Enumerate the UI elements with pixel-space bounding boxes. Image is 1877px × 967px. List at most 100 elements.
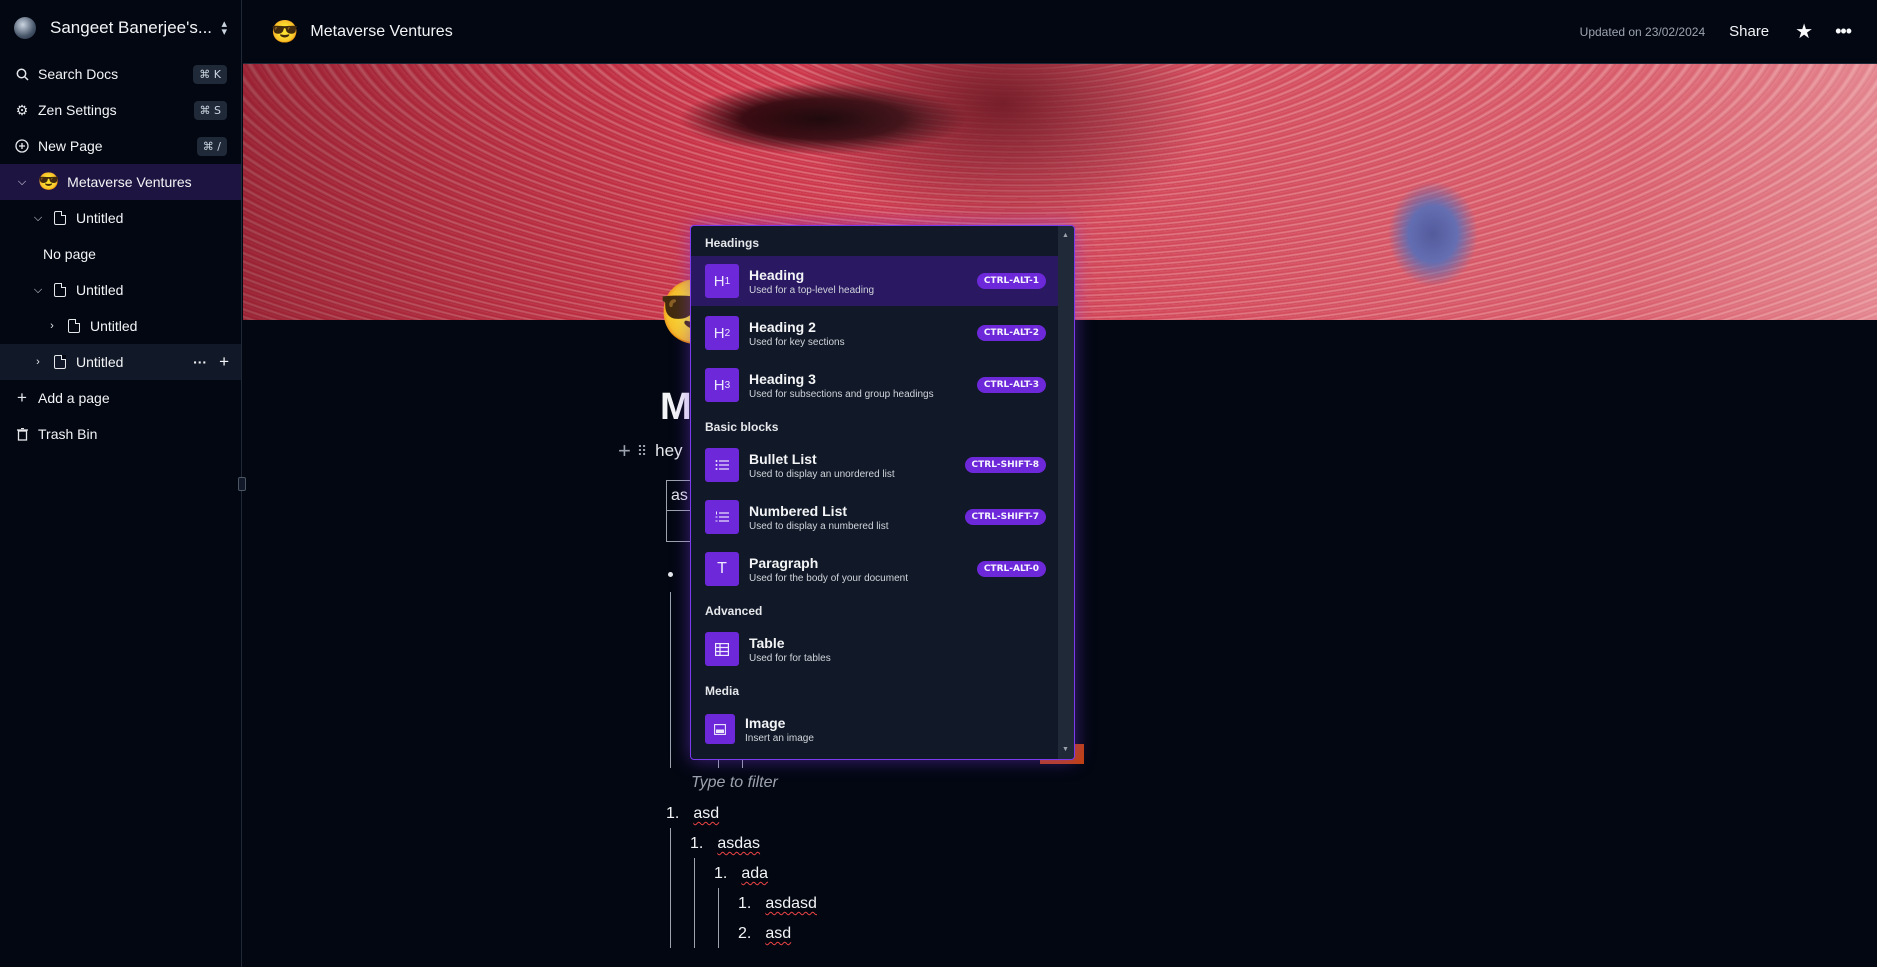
gear-icon: ⚙ (15, 101, 29, 118)
list-item-text: asd (693, 805, 720, 822)
menu-item-description: Used for the body of your document (749, 572, 908, 584)
menu-item-title: Heading 3 (749, 370, 816, 387)
shortcut-badge: CTRL-ALT-2 (976, 325, 1046, 341)
list-number: 2. (738, 925, 752, 942)
bullet-point (668, 572, 673, 577)
sidebar-item-untitled[interactable]: ⌵ Untitled (0, 200, 241, 236)
table-cell-text: as (671, 487, 688, 504)
list-number: 1. (714, 865, 728, 882)
list-item-text: asdas (717, 835, 761, 852)
trash-bin-label: Trash Bin (38, 426, 98, 442)
list-item[interactable]: 1. asdasd (738, 895, 817, 913)
menu-item-description: Used to display an unordered list (749, 468, 895, 480)
add-page-label: Add a page (38, 390, 110, 406)
menu-item-bullet-list[interactable]: Bullet List Used to display an unordered … (691, 440, 1058, 490)
no-page-placeholder: No page (0, 236, 241, 272)
scroll-down-arrow-icon[interactable]: ▼ (1062, 746, 1069, 753)
menu-item-title: Numbered List (749, 502, 848, 519)
bullet-list-icon (705, 448, 739, 482)
menu-item-title: Image (745, 714, 786, 731)
trash-bin-button[interactable]: Trash Bin (0, 416, 241, 452)
zen-settings-button[interactable]: ⚙ Zen Settings ⌘ S (0, 92, 241, 128)
list-item-text: asd (765, 925, 792, 942)
numbered-list-icon (705, 500, 739, 534)
zen-settings-label: Zen Settings (38, 102, 117, 118)
menu-item-heading[interactable]: H1 Heading Used for a top-level heading C… (691, 256, 1058, 306)
menu-item-paragraph[interactable]: T Paragraph Used for the body of your doc… (691, 544, 1058, 594)
sidebar-item-untitled[interactable]: ⌵ Untitled (0, 272, 241, 308)
page-icon (68, 319, 80, 333)
menu-item-title: Heading 2 (749, 318, 816, 335)
list-item[interactable]: 1. asd (666, 805, 719, 823)
list-number: 1. (666, 805, 680, 822)
drag-handle-icon[interactable]: ⠿ (637, 443, 647, 460)
new-page-label: New Page (38, 138, 103, 154)
list-guide-line (670, 592, 671, 768)
sidebar-item-label: Metaverse Ventures (67, 174, 192, 190)
slash-command-menu: Headings H1 Heading Used for a top-level … (690, 225, 1075, 760)
scroll-up-arrow-icon[interactable]: ▲ (1062, 232, 1069, 239)
menu-scrollbar[interactable]: ▲ ▼ (1058, 226, 1074, 759)
more-options-icon[interactable]: ••• (1835, 21, 1852, 42)
sidebar-item-label: Untitled (76, 210, 124, 226)
sunglasses-emoji-icon: 😎 (271, 18, 299, 44)
sidebar-item-untitled[interactable]: › Untitled ··· + (0, 344, 241, 380)
share-button[interactable]: Share (1729, 23, 1769, 40)
page-title[interactable]: M (660, 386, 692, 429)
table-icon (705, 632, 739, 666)
shortcut-badge: CTRL-SHIFT-7 (964, 509, 1046, 525)
menu-item-description: Used for for tables (749, 652, 831, 664)
chevron-down-icon[interactable]: ⌵ (30, 212, 46, 225)
sidebar-item-untitled[interactable]: › Untitled (0, 308, 241, 344)
more-options-icon[interactable]: ··· (193, 354, 207, 370)
new-page-button[interactable]: New Page ⌘ / (0, 128, 241, 164)
settings-shortcut: ⌘ S (193, 100, 227, 120)
workspace-switcher[interactable]: Sangeet Banerjee's... ▴ ▾ (0, 0, 241, 56)
menu-item-heading-3[interactable]: H3 Heading 3 Used for subsections and gro… (691, 360, 1058, 410)
section-heading: Headings (705, 236, 760, 250)
list-item-text: ada (741, 865, 769, 882)
sunglasses-emoji-icon: 😎 (38, 172, 60, 191)
sidebar-resize-handle[interactable] (238, 477, 246, 491)
shortcut-badge: CTRL-ALT-1 (976, 273, 1046, 289)
menu-item-description: Used for key sections (749, 336, 845, 348)
list-item[interactable]: 1. asdas (690, 835, 760, 853)
image-icon (705, 714, 735, 744)
menu-item-description: Used to display a numbered list (749, 520, 889, 532)
text-block[interactable]: + ⠿ hey (618, 438, 683, 464)
chevron-down-icon[interactable]: ⌵ (30, 284, 46, 297)
list-item[interactable]: 2. asd (738, 925, 791, 943)
chevron-down-icon[interactable]: ⌵ (14, 176, 30, 189)
menu-item-image[interactable]: Image Insert an image (691, 704, 1058, 754)
menu-item-numbered-list[interactable]: Numbered List Used to display a numbered … (691, 492, 1058, 542)
heading-3-icon: H3 (705, 368, 739, 402)
chevron-right-icon[interactable]: › (30, 356, 46, 368)
shortcut-badge: CTRL-ALT-3 (976, 377, 1046, 393)
no-page-label: No page (43, 246, 96, 262)
section-heading: Basic blocks (705, 420, 779, 434)
menu-item-heading-2[interactable]: H2 Heading 2 Used for key sections CTRL-A… (691, 308, 1058, 358)
menu-item-title: Heading (749, 266, 805, 283)
add-block-icon[interactable]: + (618, 438, 631, 464)
search-icon (14, 68, 30, 81)
updated-timestamp: Updated on 23/02/2024 (1579, 24, 1706, 39)
menu-item-table[interactable]: Table Used for for tables (691, 624, 1058, 674)
sidebar-item-metaverse-ventures[interactable]: ⌵ 😎 Metaverse Ventures (0, 164, 241, 200)
search-docs-button[interactable]: Search Docs ⌘ K (0, 56, 241, 92)
page-icon (54, 355, 66, 369)
list-item-text: asdasd (765, 895, 817, 912)
add-subpage-icon[interactable]: + (219, 352, 229, 372)
trash-icon (14, 427, 30, 441)
list-number: 1. (738, 895, 752, 912)
paragraph-icon: T (705, 552, 739, 586)
add-page-button[interactable]: + Add a page (0, 380, 241, 416)
chevron-right-icon[interactable]: › (44, 320, 60, 332)
heading-1-icon: H1 (705, 264, 739, 298)
list-item[interactable]: 1. ada (714, 865, 768, 883)
filter-placeholder[interactable]: Type to filter (691, 774, 778, 792)
star-icon[interactable]: ★ (1795, 19, 1813, 44)
list-number: 1. (690, 835, 704, 852)
sidebar-item-label: Untitled (76, 282, 124, 298)
page-icon (54, 211, 66, 225)
plus-icon: + (17, 388, 27, 407)
